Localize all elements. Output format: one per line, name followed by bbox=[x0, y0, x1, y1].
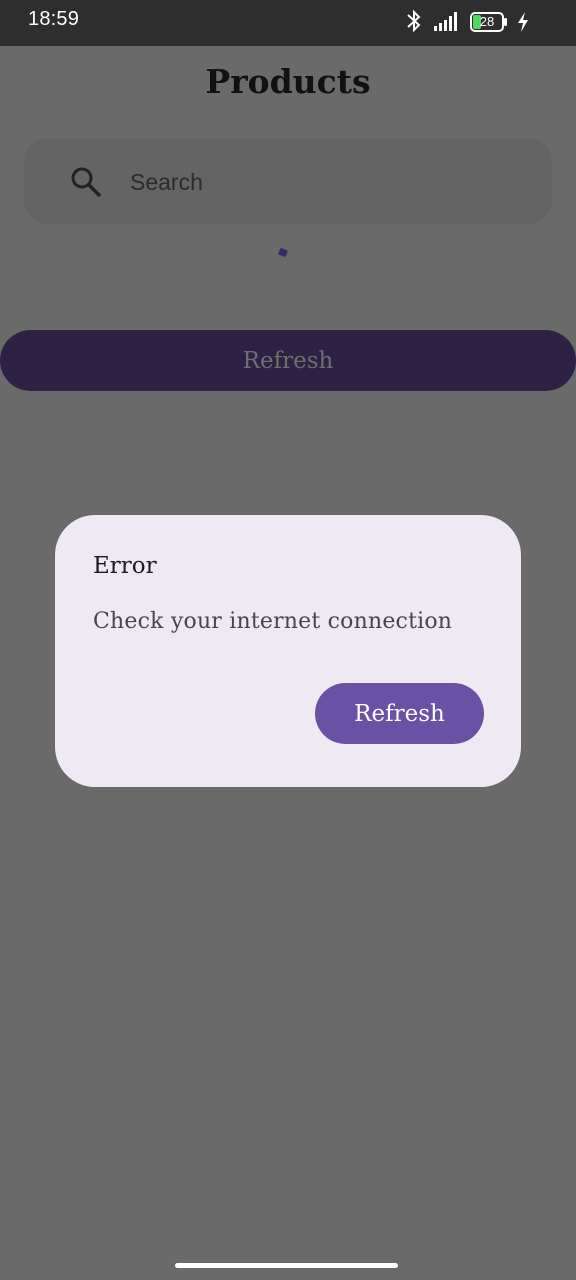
charging-icon bbox=[518, 12, 528, 32]
page-title: Products bbox=[205, 62, 371, 101]
search-input[interactable] bbox=[128, 162, 512, 202]
signal-icon bbox=[434, 12, 457, 31]
status-time: 18:59 bbox=[28, 8, 80, 30]
dialog-title: Error bbox=[93, 553, 157, 579]
loading-indicator bbox=[278, 247, 288, 258]
home-indicator[interactable] bbox=[175, 1263, 398, 1268]
dialog-message: Check your internet connection bbox=[93, 609, 453, 634]
dialog-refresh-button[interactable]: Refresh bbox=[315, 683, 484, 744]
error-dialog: Error Check your internet connection Ref… bbox=[55, 515, 521, 787]
status-bar: 18:59 28 bbox=[0, 0, 576, 46]
battery-level: 28 bbox=[479, 14, 495, 29]
search-icon[interactable] bbox=[70, 166, 102, 198]
refresh-button[interactable]: Refresh bbox=[0, 330, 576, 391]
bluetooth-icon bbox=[407, 9, 421, 33]
search-bar[interactable] bbox=[24, 138, 552, 224]
